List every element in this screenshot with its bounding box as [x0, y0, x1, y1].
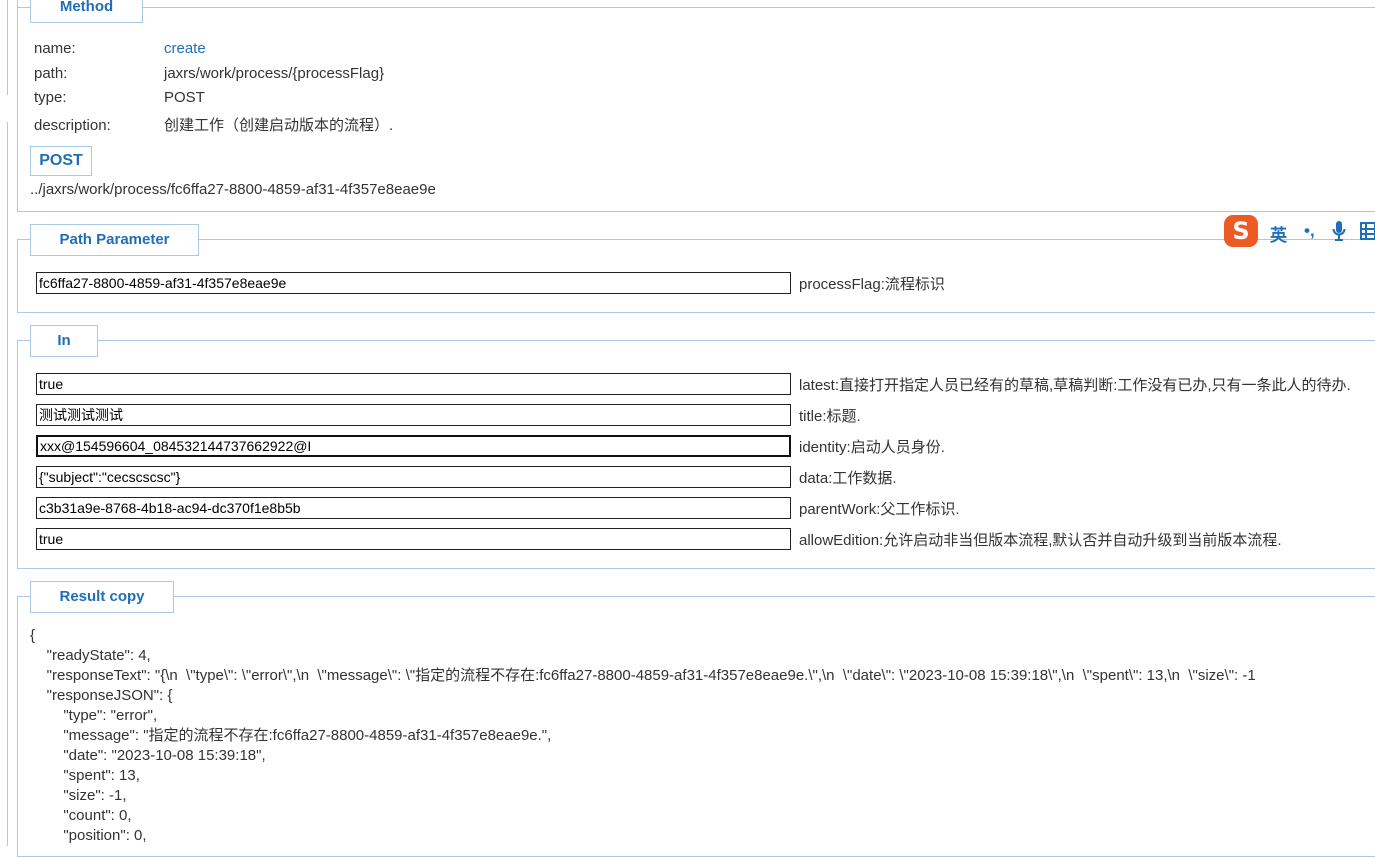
json-line: "readyState": 4, — [30, 647, 151, 664]
identity-desc: identity:启动人员身份. — [799, 439, 945, 456]
sogou-logo-icon[interactable]: S — [1224, 215, 1258, 247]
method-path-value: jaxrs/work/process/{processFlag} — [164, 65, 385, 82]
request-url: ../jaxrs/work/process/fc6ffa27-8800-4859… — [30, 181, 436, 198]
method-description-key: description: — [34, 117, 111, 134]
json-line: { — [30, 627, 36, 644]
json-line: "date": "2023-10-08 15:39:18", — [30, 747, 266, 764]
allow-edition-input[interactable]: true — [36, 528, 791, 550]
in-legend: In — [30, 325, 98, 357]
json-line: "size": -1, — [30, 787, 127, 804]
left-rail-top — [0, 0, 8, 95]
method-type-row: type: POST — [34, 89, 205, 106]
method-type-value: POST — [164, 89, 205, 106]
ime-punct-toggle[interactable]: •, — [1304, 221, 1315, 241]
keyboard-grid-icon[interactable] — [1360, 222, 1375, 245]
json-line: "type": "error", — [30, 707, 158, 724]
result-legend: Result copy — [30, 581, 174, 613]
result-panel: Result copy { "readyState": 4, "response… — [17, 581, 1375, 857]
json-line: "message": "指定的流程不存在:fc6ffa27-8800-4859-… — [30, 727, 552, 744]
data-desc: data:工作数据. — [799, 470, 897, 487]
method-description-value: 创建工作（创建启动版本的流程）. — [164, 117, 394, 134]
method-name-row: name: create — [34, 40, 206, 57]
method-panel: Method name: create path: jaxrs/work/proce… — [17, 0, 1375, 212]
ime-lang-toggle[interactable]: 英 — [1270, 221, 1287, 246]
left-rail-bottom — [0, 122, 8, 846]
json-line: "spent": 13, — [30, 767, 140, 784]
method-name-key: name: — [34, 40, 76, 57]
latest-input[interactable]: true — [36, 373, 791, 395]
json-line: "position": 0, — [30, 827, 147, 844]
allow-edition-desc: allowEdition:允许启动非当但版本流程,默认否并自动升级到当前版本流程… — [799, 532, 1282, 549]
json-line: "responseJSON": { — [30, 687, 173, 704]
method-type-key: type: — [34, 89, 67, 106]
json-line: "responseText": "{\n \"type\": \"error\"… — [30, 667, 1256, 684]
identity-input[interactable]: xxx@154596604_084532144737662922@I — [36, 435, 791, 457]
json-line: "count": 0, — [30, 807, 132, 824]
process-flag-desc: processFlag:流程标识 — [799, 276, 945, 293]
path-parameter-panel: Path Parameter fc6ffa27-8800-4859-af31-4… — [17, 224, 1375, 313]
latest-desc: latest:直接打开指定人员已经有的草稿,草稿判断:工作没有已办,只有一条此人… — [799, 377, 1351, 394]
microphone-icon[interactable] — [1332, 220, 1346, 247]
data-input[interactable]: {"subject":"cecscscsc"} — [36, 466, 791, 488]
post-method-badge[interactable]: POST — [30, 146, 92, 176]
process-flag-input[interactable]: fc6ffa27-8800-4859-af31-4f357e8eae9e — [36, 272, 791, 294]
method-description-row: description: 创建工作（创建启动版本的流程）. — [34, 114, 393, 135]
title-input[interactable]: 测试测试测试 — [36, 404, 791, 426]
path-parameter-legend: Path Parameter — [30, 224, 199, 256]
method-path-row: path: jaxrs/work/process/{processFlag} — [34, 65, 384, 82]
method-name-value: create — [164, 40, 206, 57]
parent-work-input[interactable]: c3b31a9e-8768-4b18-ac94-dc370f1e8b5b — [36, 497, 791, 519]
ime-toolbar[interactable]: S 英 •, — [1222, 213, 1375, 251]
method-path-key: path: — [34, 65, 68, 82]
result-json[interactable]: { "readyState": 4, "responseText": "{\n … — [30, 626, 1256, 846]
parent-work-desc: parentWork:父工作标识. — [799, 501, 960, 518]
title-desc: title:标题. — [799, 408, 861, 425]
in-panel: In true latest:直接打开指定人员已经有的草稿,草稿判断:工作没有已… — [17, 325, 1375, 569]
method-legend: Method — [30, 0, 143, 23]
